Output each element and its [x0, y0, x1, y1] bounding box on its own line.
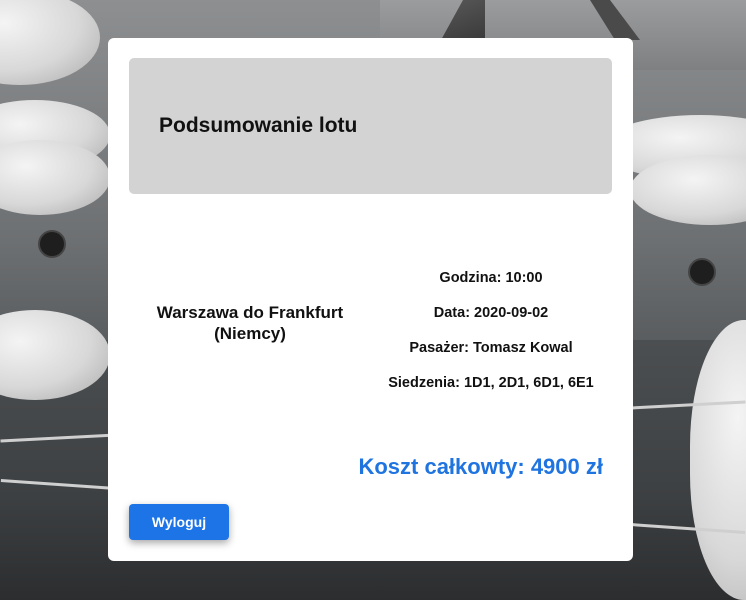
- route-cities: Warszawa do Frankfurt: [156, 303, 344, 322]
- page-title: Podsumowanie lotu: [159, 114, 358, 137]
- plane: [0, 0, 100, 85]
- total-cost: Koszt całkowty: 4900 zł: [358, 454, 603, 479]
- plane-wheel: [38, 230, 66, 258]
- flight-route: Warszawa do Frankfurt (Niemcy): [138, 302, 362, 344]
- flight-date: Data: 2020-09-02: [433, 305, 549, 321]
- logout-button[interactable]: Wyloguj: [129, 504, 229, 540]
- passenger-name: Pasażer: Tomasz Kowal: [409, 340, 573, 356]
- seat-list: Siedzenia: 1D1, 2D1, 6D1, 6E1: [388, 375, 594, 391]
- flight-time: Godzina: 10:00: [439, 270, 543, 286]
- flight-details: Godzina: 10:00 Data: 2020-09-02 Pasażer:…: [368, 268, 614, 408]
- summary-header: Podsumowanie lotu: [129, 58, 612, 194]
- plane-wheel: [688, 258, 716, 286]
- flight-summary-card: Podsumowanie lotu Warszawa do Frankfurt …: [108, 38, 633, 561]
- route-country: (Niemcy): [214, 324, 286, 343]
